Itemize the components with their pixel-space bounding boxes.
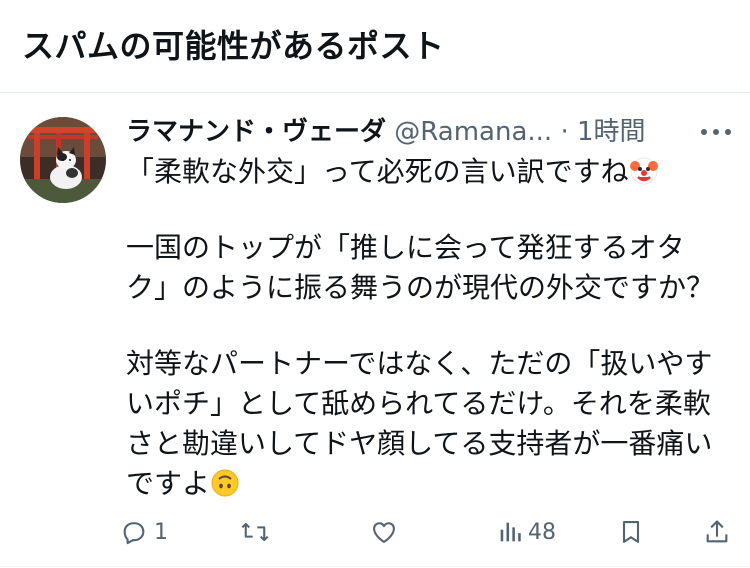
post-line: 「柔軟な外交」って必死の言い訳ですね [126,155,629,188]
views-button[interactable]: 48 [498,510,556,554]
reply-icon [120,518,148,546]
post-line: 対等なパートナーではなく、ただの「扱いやす [126,347,713,380]
post-paragraph-3: 対等なパートナーではなく、ただの「扱いやす いポチ」として舐められてるだけ。それ… [126,344,726,504]
avatar-image [20,117,106,203]
post-line: ですよ [126,467,211,500]
divider [0,566,750,567]
reply-button[interactable]: 1 [120,510,168,554]
post-actions-bar: 1 48 [120,510,735,554]
clown-face-emoji [629,156,659,186]
post-line: ク」のように振る舞うのが現代の外交ですか？ [126,271,715,304]
post-line: さと勘違いしてドヤ顔してる支持者が一番痛い [126,427,713,460]
bookmark-icon [618,518,644,546]
post-paragraph-2: 一国のトップが「推しに会って発狂するオタ ク」のように振る舞うのが現代の外交です… [126,228,726,308]
post-header: ラマナンド・ヴェーダ @Ramana... · 1時間 [126,112,736,152]
author-handle[interactable]: @Ramana... [394,117,552,147]
retweet-button[interactable] [240,510,276,554]
author-display-name[interactable]: ラマナンド・ヴェーダ [126,117,386,147]
header-separator: · [560,117,569,147]
like-button[interactable] [370,510,404,554]
views-chart-icon [498,518,522,546]
post-timestamp[interactable]: 1時間 [577,117,646,147]
post-paragraph-1: 「柔軟な外交」って必死の言い訳ですね [126,152,726,192]
share-button[interactable] [704,510,730,554]
reply-count: 1 [154,519,168,545]
heart-icon [370,518,398,546]
retweet-icon [240,518,270,546]
post-line: いポチ」として舐められてるだけ。それを柔軟 [126,387,711,420]
views-count: 48 [528,519,556,545]
post-line: 一国のトップが「推しに会って発狂するオタ [126,231,685,264]
page-header: スパムの可能性があるポスト [0,0,750,93]
bookmark-button[interactable] [618,510,644,554]
upside-down-face-emoji [210,468,240,498]
share-icon [704,518,730,546]
avatar[interactable] [20,117,106,203]
post-text: 「柔軟な外交」って必死の言い訳ですね 一国のトップが「推しに会って発狂するオタ … [126,152,726,504]
more-dots-icon[interactable] [696,112,736,152]
page-title: スパムの可能性があるポスト [22,27,445,65]
